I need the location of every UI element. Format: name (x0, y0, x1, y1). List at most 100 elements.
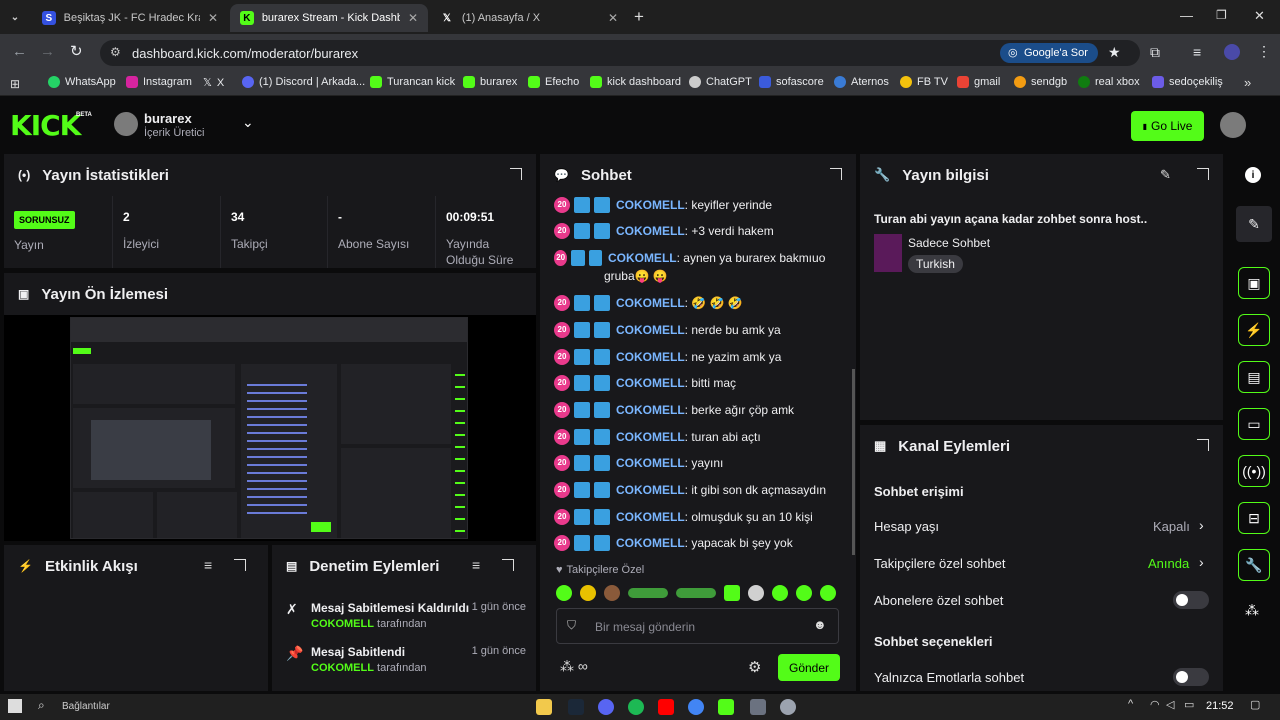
wrench-icon[interactable]: 🔧 (1238, 549, 1270, 581)
chat-username[interactable]: COKOMELL (616, 510, 685, 524)
bookmark-burarex[interactable]: burarex (463, 76, 517, 88)
chat-username[interactable]: COKOMELL (616, 376, 685, 390)
category-name[interactable]: Sadece Sohbet (908, 236, 990, 250)
edit-icon[interactable]: ✎ (1236, 206, 1272, 242)
kick-icon[interactable] (718, 699, 734, 715)
reading-list-icon[interactable]: ≡ (1193, 44, 1201, 60)
chat-username[interactable]: COKOMELL (616, 430, 685, 444)
chat-username[interactable]: COKOMELL (616, 403, 685, 417)
bookmark-sofascore[interactable]: sofascore (759, 76, 824, 88)
address-bar[interactable]: ⚙ dashboard.kick.com/moderator/burarex (100, 40, 1140, 66)
kick-points-icon[interactable]: ⁂ ∞ (560, 658, 588, 675)
mod-action-user[interactable]: COKOMELL (311, 662, 374, 674)
chat-username[interactable]: COKOMELL (616, 483, 685, 497)
close-icon[interactable]: ✕ (608, 11, 618, 25)
emote-only-toggle[interactable] (1173, 668, 1209, 686)
bookmark-efecho[interactable]: Efecho (528, 76, 579, 88)
menu-icon[interactable]: ⋮ (1257, 43, 1271, 60)
bookmark-xbox[interactable]: real xbox (1078, 76, 1140, 88)
bookmark-x[interactable]: 𝕏X (203, 76, 224, 90)
discord-icon[interactable] (598, 699, 614, 715)
tab-besiktas[interactable]: S Beşiktaş JK - FC Hradec Králové ✕ (32, 4, 228, 32)
chat-input[interactable]: ⛉ Bir mesaj gönderin ☻ (556, 608, 839, 644)
close-icon[interactable]: ✕ (208, 11, 218, 25)
google-lens-button[interactable]: ◎ Google'a Sor (1000, 43, 1098, 63)
setting-followers-chat[interactable]: Takipçilere özel sohbet Anında › (874, 554, 1209, 571)
bookmark-kick-dashboard[interactable]: kick dashboard (590, 76, 681, 88)
bookmark-sedocekilis[interactable]: sedoçekiliş (1152, 76, 1223, 88)
chrome-icon[interactable] (688, 699, 704, 715)
popout-icon[interactable] (502, 559, 514, 571)
info-icon[interactable]: i (1245, 167, 1261, 183)
emote-icon[interactable] (676, 588, 716, 598)
layout-icon[interactable]: ⊟ (1238, 502, 1270, 534)
maximize-button[interactable]: ❐ (1216, 8, 1227, 22)
chat-scrollbar[interactable] (852, 369, 855, 555)
window-close-button[interactable]: ✕ (1254, 8, 1265, 24)
chat-username[interactable]: COKOMELL (616, 350, 685, 364)
lightning-icon[interactable]: ⚡ (1238, 314, 1270, 346)
youtube-icon[interactable] (658, 699, 674, 715)
volume-icon[interactable]: ◁ (1166, 698, 1174, 711)
forward-icon[interactable]: → (40, 43, 55, 60)
bookmark-gmail[interactable]: gmail (957, 76, 1000, 88)
profile-avatar[interactable] (1224, 44, 1240, 60)
minimize-button[interactable]: — (1180, 8, 1193, 23)
popout-icon[interactable] (510, 168, 522, 180)
tray-chevron-icon[interactable]: ^ (1128, 698, 1133, 710)
emote-icon[interactable] (556, 585, 572, 601)
filter-icon[interactable]: ≡ (472, 557, 480, 573)
bookmark-aternos[interactable]: Aternos (834, 76, 889, 88)
clip-icon[interactable]: ▣ (1238, 267, 1270, 299)
bookmark-chatgpt[interactable]: ChatGPT (689, 76, 752, 88)
video-preview[interactable] (4, 315, 536, 541)
spotify-icon[interactable] (628, 699, 644, 715)
bookmark-star-icon[interactable]: ★ (1108, 44, 1121, 61)
back-icon[interactable]: ← (12, 43, 27, 60)
tab-kick-dashboard[interactable]: K burarex Stream - Kick Dashboar ✕ (230, 4, 428, 32)
user-avatar[interactable] (1220, 112, 1246, 138)
filter-icon[interactable]: ≡ (204, 557, 212, 573)
chat-username[interactable]: COKOMELL (616, 296, 685, 310)
mod-action-user[interactable]: COKOMELL (311, 618, 374, 630)
chat-username[interactable]: COKOMELL (608, 251, 677, 265)
kick-logo[interactable]: KICK (10, 109, 81, 142)
chevron-down-icon[interactable]: ⌄ (242, 114, 254, 131)
chat-username[interactable]: COKOMELL (616, 456, 685, 470)
emote-icon[interactable] (820, 585, 836, 601)
app-icon[interactable] (750, 699, 766, 715)
more-bookmarks-icon[interactable]: » (1244, 75, 1251, 90)
search-icon[interactable]: ⌕ (38, 698, 45, 713)
chat-username[interactable]: COKOMELL (616, 198, 685, 212)
chat-username[interactable]: COKOMELL (616, 224, 685, 238)
apps-grid-icon[interactable]: ⊞ (10, 77, 20, 91)
battery-icon[interactable]: ▭ (1184, 698, 1194, 711)
go-live-button[interactable]: ▮ Go Live (1131, 111, 1204, 141)
close-icon[interactable]: ✕ (408, 11, 418, 25)
chat-username[interactable]: COKOMELL (616, 536, 685, 550)
broadcast-icon[interactable]: ((•)) (1238, 455, 1270, 487)
wifi-icon[interactable]: ◠ (1150, 698, 1160, 711)
chat-icon[interactable]: ▭ (1238, 408, 1270, 440)
app-icon[interactable] (780, 699, 796, 715)
tab-list-icon[interactable]: ⌄ (8, 10, 22, 24)
emote-icon[interactable] (580, 585, 596, 601)
send-button[interactable]: Gönder (778, 654, 840, 681)
more-icon[interactable]: ⁂ (1245, 602, 1259, 619)
notification-icon[interactable]: ▢ (1250, 698, 1260, 711)
new-tab-button[interactable]: + (634, 7, 644, 27)
emote-icon[interactable] (724, 585, 740, 601)
popout-icon[interactable] (1197, 168, 1209, 180)
emote-icon[interactable] (796, 585, 812, 601)
popout-icon[interactable] (234, 559, 246, 571)
chat-username[interactable]: COKOMELL (616, 323, 685, 337)
settings-gear-icon[interactable]: ⚙ (748, 658, 761, 676)
popout-icon[interactable] (1197, 439, 1209, 451)
bookmark-sendgb[interactable]: sendgb (1014, 76, 1067, 88)
steam-icon[interactable] (568, 699, 584, 715)
extensions-icon[interactable]: ⧉ (1150, 44, 1160, 61)
bookmark-instagram[interactable]: Instagram (126, 76, 192, 88)
emoji-icon[interactable]: ☻ (813, 617, 827, 632)
bookmark-discord[interactable]: (1) Discord | Arkada... (242, 76, 365, 88)
bookmark-turancan[interactable]: Turancan kick (370, 76, 455, 88)
